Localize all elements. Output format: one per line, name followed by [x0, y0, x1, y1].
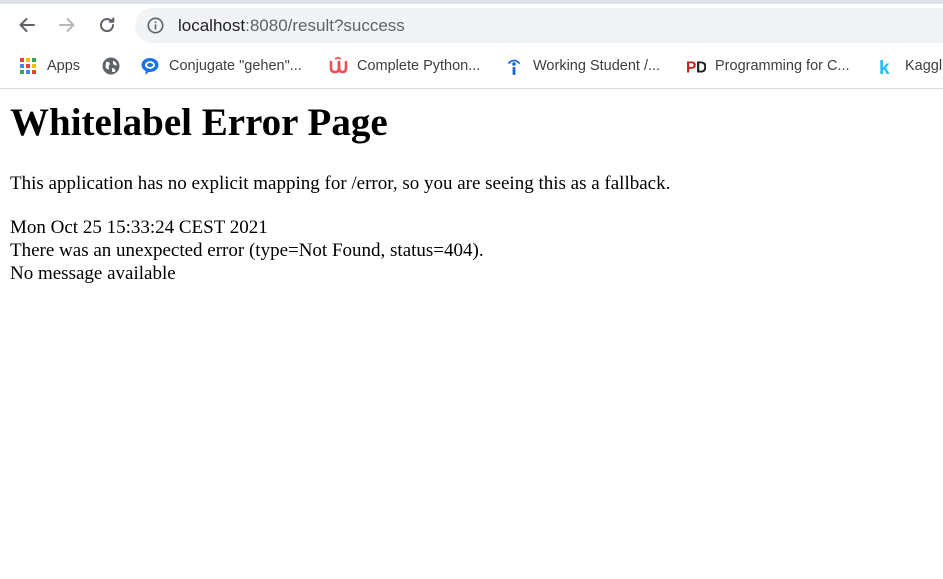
reload-button[interactable] — [94, 12, 120, 38]
url-text[interactable]: localhost:8080/result?success — [178, 15, 405, 36]
back-button[interactable] — [14, 12, 40, 38]
bookmark-conjugate[interactable]: Conjugate "gehen"... — [140, 52, 302, 80]
bookmark-label: Conjugate "gehen"... — [169, 58, 302, 74]
forward-arrow-icon — [59, 18, 75, 32]
apps-grid-icon — [18, 56, 38, 76]
error-details: Mon Oct 25 15:33:24 CEST 2021 There was … — [10, 216, 930, 285]
page-title: Whitelabel Error Page — [10, 101, 388, 144]
back-arrow-icon — [19, 18, 35, 32]
info-icon[interactable] — [147, 17, 164, 34]
error-timestamp: Mon Oct 25 15:33:24 CEST 2021 — [10, 217, 268, 238]
address-bar[interactable]: localhost:8080/result?success — [135, 8, 943, 43]
udemy-icon — [328, 56, 348, 76]
bookmark-apps[interactable]: Apps — [18, 52, 80, 80]
error-status-line: There was an unexpected error (type=Not … — [10, 240, 484, 261]
bookmark-label: Complete Python... — [357, 58, 481, 74]
info-person-icon — [504, 56, 524, 76]
error-message: No message available — [10, 263, 176, 284]
page-content: Whitelabel Error Page This application h… — [10, 100, 930, 285]
bookmarks-bar: Apps Conjugate "gehen"... Complete Pytho… — [0, 52, 943, 80]
reload-icon — [100, 17, 115, 33]
speech-bubble-icon — [140, 56, 160, 76]
forward-button[interactable] — [54, 12, 80, 38]
bookmark-label: Programming for C... — [715, 58, 850, 74]
svg-text:D: D — [696, 59, 706, 76]
pd-logo-icon: P D — [686, 56, 706, 76]
tab-strip-edge — [0, 0, 943, 4]
svg-text:k: k — [879, 58, 890, 76]
bookmark-programming[interactable]: P D Programming for C... — [686, 52, 850, 80]
bookmark-working-student[interactable]: Working Student /... — [504, 52, 660, 80]
error-description: This application has no explicit mapping… — [10, 173, 671, 194]
url-host: localhost — [178, 16, 246, 35]
bookmark-globe[interactable] — [101, 52, 130, 80]
url-path: :8080/result?success — [245, 16, 405, 35]
bookmark-label: Apps — [47, 58, 81, 74]
globe-icon — [101, 56, 121, 76]
bookmark-complete-python[interactable]: Complete Python... — [328, 52, 480, 80]
svg-text:P: P — [686, 59, 696, 76]
bookmark-label: Kaggl — [905, 58, 943, 74]
bookmark-kaggle[interactable]: k Kaggl — [876, 52, 942, 80]
kaggle-icon: k — [876, 56, 896, 76]
browser-chrome: localhost:8080/result?success Apps Conju… — [0, 0, 943, 89]
bookmark-label: Working Student /... — [533, 58, 661, 74]
